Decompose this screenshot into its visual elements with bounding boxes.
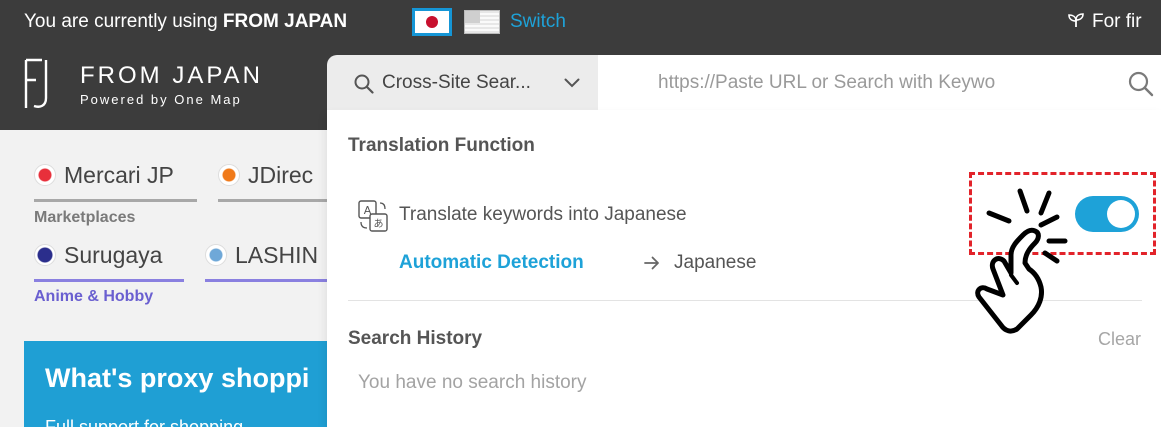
japan-flag-icon[interactable] <box>412 8 452 36</box>
site-tab-jdirect[interactable]: JDirec <box>218 162 328 202</box>
search-submit-icon[interactable] <box>1128 71 1154 97</box>
toggle-knob <box>1107 200 1135 228</box>
category-anime-hobby: Anime & Hobby <box>34 288 154 305</box>
translation-toggle[interactable] <box>1075 196 1139 232</box>
chevron-down-icon <box>564 78 580 88</box>
site-tab-lashin[interactable]: LASHIN <box>205 242 328 282</box>
arrow-right-icon <box>644 256 659 270</box>
surugaya-icon <box>34 244 56 266</box>
search-scope-label: Cross-Site Sear... <box>382 72 531 93</box>
current-site-name: FROM JAPAN <box>222 11 348 32</box>
us-flag-icon[interactable] <box>464 10 500 34</box>
search-history-title: Search History <box>348 328 483 349</box>
site-status-message: You are currently using FROM JAPAN <box>24 11 348 32</box>
sprout-icon <box>1068 13 1084 27</box>
logo-text: FROM JAPAN <box>80 62 263 89</box>
search-scope-dropdown[interactable]: Cross-Site Sear... <box>327 55 598 110</box>
proxy-shopping-promo[interactable]: What's proxy shoppi Full support for sho… <box>24 341 344 427</box>
tap-hand-icon <box>975 188 1068 334</box>
site-tab-mercari[interactable]: Mercari JP <box>34 162 197 202</box>
translate-icon: A あ <box>358 200 388 232</box>
search-input[interactable] <box>598 55 1161 110</box>
first-time-link[interactable]: For fir <box>1068 11 1142 33</box>
clear-history-button[interactable]: Clear <box>1098 329 1141 350</box>
search-history-empty: You have no search history <box>358 372 587 393</box>
category-marketplaces: Marketplaces <box>34 209 136 226</box>
lashin-icon <box>205 244 227 266</box>
svg-text:あ: あ <box>374 218 384 230</box>
translate-keywords-label: Translate keywords into Japanese <box>399 204 687 225</box>
top-bar: You are currently using FROM JAPAN Switc… <box>0 0 1161 44</box>
switch-site-link[interactable]: Switch <box>510 11 566 33</box>
target-language: Japanese <box>674 252 757 273</box>
promo-title: What's proxy shoppi <box>45 363 310 393</box>
search-icon <box>354 74 374 94</box>
logo-subtitle: Powered by One Map <box>80 92 242 107</box>
from-japan-logo-icon[interactable] <box>24 58 52 110</box>
auction-gavel-icon <box>218 164 240 186</box>
source-language-selector[interactable]: Automatic Detection <box>399 252 584 274</box>
site-tab-surugaya[interactable]: Surugaya <box>34 242 184 282</box>
mercari-icon <box>34 164 56 186</box>
promo-text: Full support for shopping <box>45 417 244 427</box>
translation-function-title: Translation Function <box>348 135 535 156</box>
